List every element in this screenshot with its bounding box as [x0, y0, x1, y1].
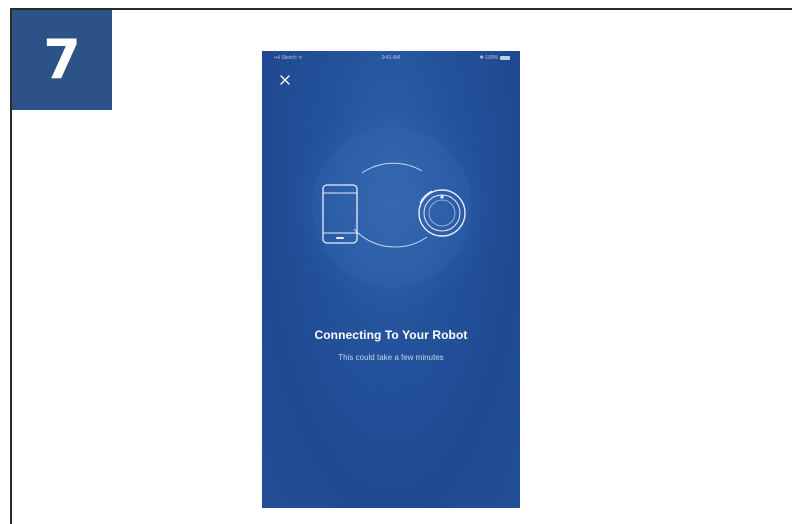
close-button[interactable] — [278, 73, 292, 87]
status-battery: ✱ 100% — [480, 51, 510, 65]
status-bar: ••ıl Sketch ᯤ 9:41 AM ✱ 100% — [262, 51, 520, 65]
glow-inner — [312, 127, 472, 287]
connection-illustration — [284, 111, 500, 315]
battery-icon — [500, 55, 510, 60]
step-number: 7 — [43, 28, 81, 91]
close-icon — [280, 75, 290, 85]
step-number-badge: 7 — [12, 10, 112, 110]
phone-screen: ••ıl Sketch ᯤ 9:41 AM ✱ 100% Connecting … — [262, 51, 520, 508]
connecting-title: Connecting To Your Robot — [314, 328, 468, 342]
status-battery-text: ✱ 100% — [479, 55, 498, 61]
connecting-subtitle: This could take a few minutes — [338, 353, 444, 362]
